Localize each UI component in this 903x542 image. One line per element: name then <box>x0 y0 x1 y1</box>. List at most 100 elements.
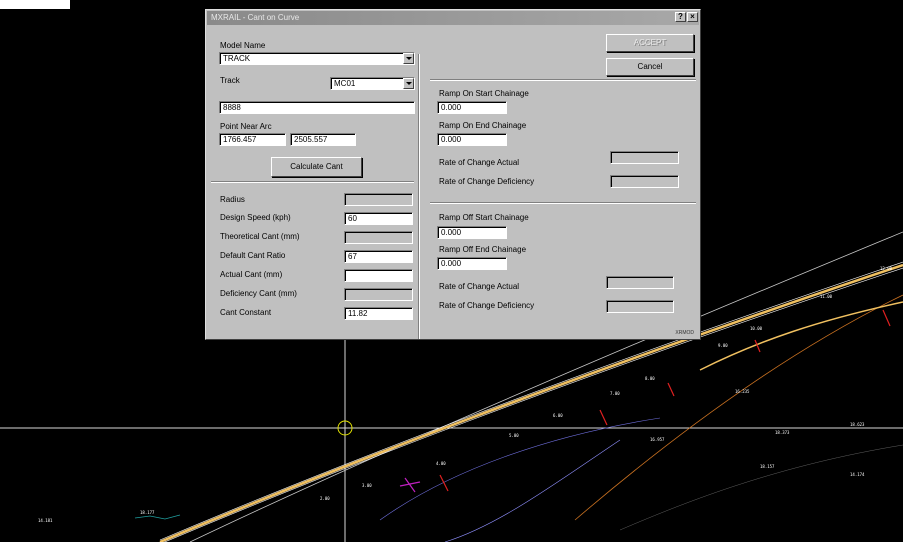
ramp-on-end-field[interactable]: 0.000 <box>437 133 507 146</box>
cad-drawing-canvas[interactable]: 2.00 3.00 4.00 5.00 6.00 7.00 8.00 9.00 10.00 11.… <box>0 0 903 542</box>
chainage-label: 10.00 <box>750 326 763 331</box>
actual-cant-field[interactable] <box>344 269 413 282</box>
point-y-value: 2505.557 <box>294 135 328 144</box>
chainage-label: 6.00 <box>553 413 563 418</box>
chainage-label: 8.00 <box>645 376 655 381</box>
theoretical-cant-label: Theoretical Cant (mm) <box>220 232 300 241</box>
accept-button[interactable]: ACCEPT <box>606 34 694 52</box>
track-branch <box>699 301 903 371</box>
deficiency-cant-field <box>344 288 413 301</box>
ramp-off-start-label: Ramp Off Start Chainage <box>439 213 529 222</box>
design-speed-value: 60 <box>348 214 357 223</box>
track-value: MC01 <box>334 79 356 88</box>
track-combo[interactable]: MC01 <box>330 77 415 90</box>
track-text-value: 8888 <box>223 103 241 112</box>
cant-constant-field[interactable]: 11.82 <box>344 307 413 320</box>
ramp-on-end-label: Ramp On End Chainage <box>439 121 527 130</box>
design-speed-field[interactable]: 60 <box>344 212 413 225</box>
calculate-cant-button[interactable]: Calculate Cant <box>271 157 362 177</box>
ramp-off-start-field[interactable]: 0.000 <box>437 226 507 239</box>
cancel-button-label: Cancel <box>637 62 663 71</box>
column-separator <box>418 54 420 339</box>
chevron-down-icon <box>406 57 412 60</box>
default-cant-ratio-value: 67 <box>348 252 357 261</box>
point-x-value: 1766.457 <box>223 135 257 144</box>
radius-field <box>344 193 413 206</box>
ramp-on-start-value: 0.000 <box>441 103 462 112</box>
chainage-label: 3.00 <box>362 483 372 488</box>
design-speed-label: Design Speed (kph) <box>220 213 291 222</box>
track-dropdown-button[interactable] <box>403 78 414 89</box>
cant-constant-label: Cant Constant <box>220 308 272 317</box>
ramp-on-top-separator <box>430 79 696 81</box>
chainage-tick <box>439 474 449 492</box>
point-label: 16.235 <box>735 389 750 394</box>
marker-purple <box>399 477 421 493</box>
ramp-on-end-value: 0.000 <box>441 135 462 144</box>
dialog-title: MXRAIL - Cant on Curve <box>211 13 300 22</box>
point-label: 14.174 <box>850 472 865 477</box>
deficiency-cant-label: Deficiency Cant (mm) <box>220 289 297 298</box>
model-name-combo[interactable]: TRACK <box>219 52 415 65</box>
help-title-button[interactable]: ? <box>675 12 686 22</box>
roc-actual-on-field <box>610 151 679 164</box>
chainage-tick <box>882 309 891 327</box>
survey-line <box>134 514 181 520</box>
roc-actual-on-label: Rate of Change Actual <box>439 158 520 167</box>
point-label: 18.623 <box>850 422 865 427</box>
chainage-tick <box>754 339 761 353</box>
point-near-arc-label: Point Near Arc <box>220 122 272 131</box>
ramp-off-end-value: 0.000 <box>441 259 462 268</box>
roc-deficiency-off-label: Rate of Change Deficiency <box>439 301 535 310</box>
dialog-titlebar[interactable]: MXRAIL - Cant on Curve <box>207 11 699 25</box>
point-label: 18.157 <box>760 464 775 469</box>
ramp-off-start-value: 0.000 <box>441 228 462 237</box>
ramp-on-start-field[interactable]: 0.000 <box>437 101 507 114</box>
cant-on-curve-dialog: MXRAIL - Cant on Curve ? × Model Name TR… <box>205 9 701 340</box>
left-separator <box>211 181 414 183</box>
status-text: XRMOD <box>675 330 694 336</box>
roc-actual-off-field <box>606 276 674 289</box>
chainage-label: 11.00 <box>820 294 833 299</box>
chainage-tick <box>599 409 608 426</box>
default-cant-ratio-label: Default Cant Ratio <box>220 251 286 260</box>
theoretical-cant-field <box>344 231 413 244</box>
default-cant-ratio-field[interactable]: 67 <box>344 250 413 263</box>
chevron-down-icon <box>406 82 412 85</box>
chainage-label: 12.00 <box>880 266 893 271</box>
close-icon: × <box>690 12 695 21</box>
help-icon: ? <box>678 12 683 21</box>
radius-label: Radius <box>220 195 245 204</box>
cancel-button[interactable]: Cancel <box>606 58 694 76</box>
roc-deficiency-on-label: Rate of Change Deficiency <box>439 177 535 186</box>
accept-button-label: ACCEPT <box>633 38 667 47</box>
ramp-off-separator <box>430 202 696 204</box>
model-name-label: Model Name <box>220 41 266 50</box>
cant-constant-value: 11.82 <box>348 309 368 318</box>
chainage-label: 9.00 <box>718 343 728 348</box>
ramp-on-start-label: Ramp On Start Chainage <box>439 89 529 98</box>
point-label: 18.373 <box>775 430 790 435</box>
roc-deficiency-off-field <box>606 300 674 313</box>
calculate-cant-label: Calculate Cant <box>290 162 343 171</box>
point-x-field[interactable]: 1766.457 <box>219 133 286 146</box>
track-label: Track <box>220 76 240 85</box>
roc-deficiency-on-field <box>610 175 679 188</box>
ramp-off-end-field[interactable]: 0.000 <box>437 257 507 270</box>
chainage-tick <box>667 382 675 397</box>
point-y-field[interactable]: 2505.557 <box>290 133 356 146</box>
offset-curve-blue-1 <box>444 439 621 542</box>
actual-cant-label: Actual Cant (mm) <box>220 270 283 279</box>
chainage-label: 2.00 <box>320 496 330 501</box>
close-title-button[interactable]: × <box>687 12 698 22</box>
track-text-field[interactable]: 8888 <box>219 101 415 114</box>
offset-curve-grey <box>619 444 903 531</box>
model-name-value: TRACK <box>223 54 251 63</box>
ramp-off-end-label: Ramp Off End Chainage <box>439 245 527 254</box>
model-name-dropdown-button[interactable] <box>403 53 414 64</box>
point-label: 18.177 <box>140 510 155 515</box>
point-label: 14.181 <box>38 518 53 523</box>
chainage-label: 7.00 <box>610 391 620 396</box>
chainage-label: 5.00 <box>509 433 519 438</box>
chainage-label: 4.00 <box>436 461 446 466</box>
